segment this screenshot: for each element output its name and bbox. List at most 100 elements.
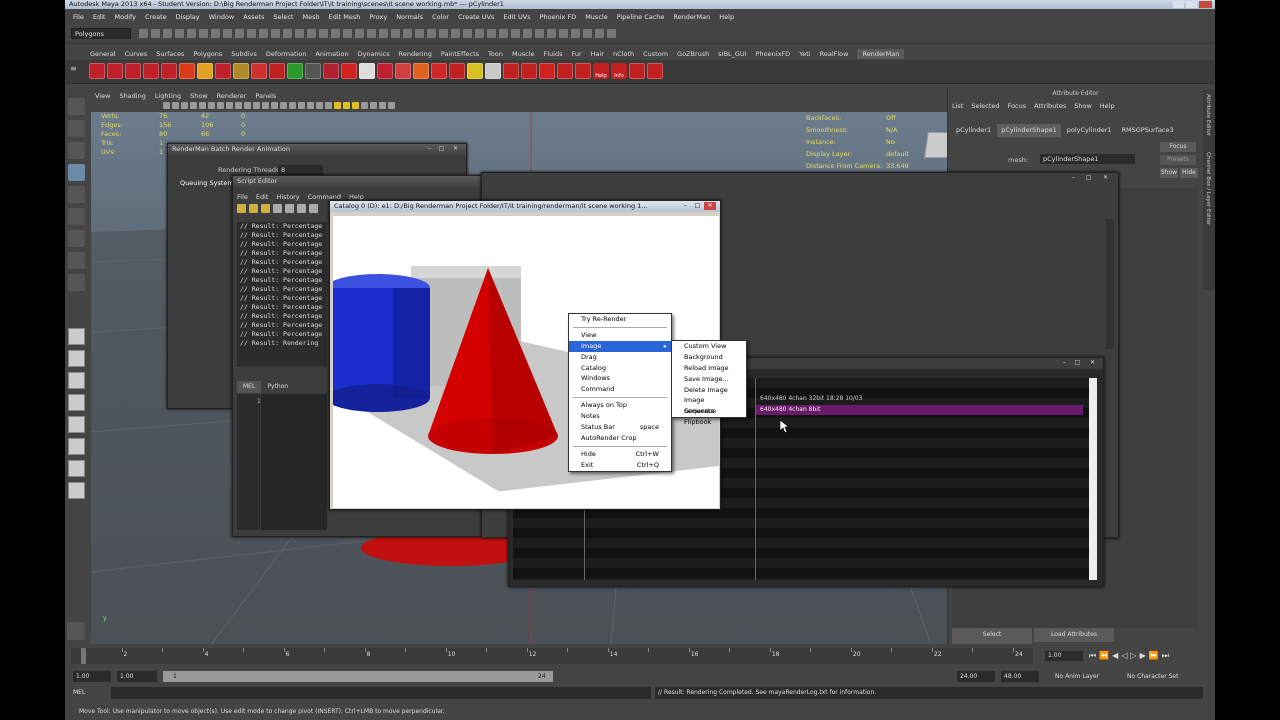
menu-edit[interactable]: Edit	[93, 13, 106, 21]
status-tool-icon[interactable]	[319, 29, 328, 38]
anim-layer-menu[interactable]: No Anim Layer	[1055, 672, 1099, 682]
status-tool-icon[interactable]	[511, 29, 520, 38]
renderman-shelf-icon[interactable]	[521, 63, 537, 79]
status-tool-icon[interactable]	[139, 29, 148, 38]
presets-button[interactable]: Presets	[1160, 155, 1196, 165]
status-tool-icon[interactable]	[439, 29, 448, 38]
menu-file[interactable]: File	[73, 13, 84, 21]
viewport-tool-icon[interactable]	[181, 101, 188, 109]
shelf-tab-realflow[interactable]: RealFlow	[820, 50, 849, 58]
context-menu-item-hide[interactable]: Hide Ctrl+W	[569, 449, 671, 460]
render-threads-field[interactable]: 8	[278, 165, 323, 175]
shelf-tab-ncloth[interactable]: nCloth	[613, 50, 634, 58]
layout-preset-icon[interactable]	[68, 372, 85, 389]
ae-menu-help[interactable]: Help	[1100, 102, 1115, 110]
viewport-tool-icon[interactable]	[208, 101, 215, 109]
select-button[interactable]: Select	[952, 628, 1032, 642]
script-tab-mel[interactable]: MEL	[237, 381, 262, 393]
menu-help[interactable]: Help	[719, 13, 734, 21]
menu-create-uvs[interactable]: Create UVs	[458, 13, 494, 21]
script-tool-icon[interactable]	[309, 204, 318, 213]
mesh-name-field[interactable]: pCylinderShape1	[1040, 154, 1135, 164]
script-tool-icon[interactable]	[273, 204, 282, 213]
status-tool-icon[interactable]	[175, 29, 184, 38]
close-icon[interactable]: ✕	[704, 202, 716, 210]
script-tool-icon[interactable]	[261, 204, 270, 213]
shelf-tab-renderman[interactable]: RenderMan	[857, 49, 905, 59]
paint-select-icon[interactable]	[68, 142, 85, 159]
script-menu-history[interactable]: History	[276, 193, 299, 201]
shelf-tab-muscle[interactable]: Muscle	[512, 50, 535, 58]
command-input[interactable]	[111, 687, 651, 699]
shelf-tab-custom[interactable]: Custom	[643, 50, 668, 58]
renderman-shelf-icon[interactable]	[323, 63, 339, 79]
playback-controls[interactable]: ⏮⏪◀◁▷▶⏩⏭	[1089, 650, 1213, 662]
submenu-item-image-sequence[interactable]: Image Sequence	[672, 395, 746, 415]
viewport-tool-icon[interactable]	[253, 101, 260, 109]
layout-preset-icon[interactable]	[68, 350, 85, 367]
renderman-shelf-icon[interactable]	[395, 63, 411, 79]
hide-button[interactable]: Hide	[1180, 168, 1198, 178]
character-set-menu[interactable]: No Character Set	[1127, 672, 1178, 682]
renderman-shelf-icon[interactable]	[359, 63, 375, 79]
lasso-tool-icon[interactable]	[68, 120, 85, 137]
submenu-item-delete-image[interactable]: Delete Image	[672, 385, 746, 396]
renderman-shelf-icon[interactable]	[287, 63, 303, 79]
menu-create[interactable]: Create	[145, 13, 167, 21]
renderman-shelf-icon[interactable]	[503, 63, 519, 79]
status-tool-icon[interactable]	[535, 29, 544, 38]
maximize-icon[interactable]: □	[1084, 174, 1093, 182]
renderman-shelf-icon[interactable]	[485, 63, 501, 79]
renderman-shelf-icon[interactable]	[449, 63, 465, 79]
shelf-tab-toon[interactable]: Toon	[488, 50, 503, 58]
status-tool-icon[interactable]	[523, 29, 532, 38]
script-tab-python[interactable]: Python	[261, 381, 295, 393]
image-list-row-selected[interactable]: 640x480 4chan 8bit	[756, 405, 1083, 415]
show-button[interactable]: Show	[1160, 168, 1178, 178]
maximize-icon[interactable]: □	[437, 145, 446, 153]
shelf-tab-phoenixfd[interactable]: PhoenixFD	[756, 50, 791, 58]
status-tool-icon[interactable]	[547, 29, 556, 38]
renderman-shelf-icon[interactable]	[89, 63, 105, 79]
renderman-shelf-icon[interactable]	[179, 63, 195, 79]
renderman-shelf-icon[interactable]	[305, 63, 321, 79]
shelf-menu-icon[interactable]: ≡	[70, 64, 80, 80]
status-tool-icon[interactable]	[223, 29, 232, 38]
move-tool-icon[interactable]	[68, 164, 85, 181]
submenu-item-generate-flipbook[interactable]: Generate Flipbook	[672, 406, 746, 426]
viewport-menu-show[interactable]: Show	[190, 92, 208, 100]
minimize-icon[interactable]: –	[1060, 359, 1069, 367]
ae-tab-pcylinder1[interactable]: pCylinder1	[952, 124, 996, 137]
side-tab-attribute-editor[interactable]: Attribute Editor	[1205, 94, 1211, 136]
renderman-shelf-icon[interactable]	[341, 63, 357, 79]
time-ruler[interactable]: 124681012141618202224	[71, 648, 1033, 664]
layout-preset-icon[interactable]	[68, 394, 85, 411]
context-menu-item-windows[interactable]: Windows	[569, 373, 671, 384]
menu-proxy[interactable]: Proxy	[369, 13, 387, 21]
close-icon[interactable]: ✕	[451, 145, 460, 153]
layout-preset-icon[interactable]	[68, 438, 85, 455]
viewport-menu-renderer[interactable]: Renderer	[217, 92, 247, 100]
context-menu-item-image[interactable]: Image ▸	[569, 340, 671, 352]
ae-menu-selected[interactable]: Selected	[971, 102, 999, 110]
viewport-tool-icon[interactable]	[352, 101, 359, 109]
viewport-menu-lighting[interactable]: Lighting	[155, 92, 181, 100]
script-tool-icon[interactable]	[237, 204, 246, 213]
rotate-tool-icon[interactable]	[68, 186, 85, 203]
status-tool-icon[interactable]	[283, 29, 292, 38]
status-tool-icon[interactable]	[199, 29, 208, 38]
maximize-icon[interactable]: □	[1073, 359, 1082, 367]
layout-preset-icon[interactable]	[68, 416, 85, 433]
renderman-shelf-icon[interactable]	[251, 63, 267, 79]
minimize-icon[interactable]: –	[681, 202, 690, 210]
viewport-menu-view[interactable]: View	[95, 92, 110, 100]
shelf-tab-fluids[interactable]: Fluids	[543, 50, 562, 58]
shelf-tab-dynamics[interactable]: Dynamics	[358, 50, 390, 58]
menu-select[interactable]: Select	[273, 13, 293, 21]
submenu-item-background[interactable]: Background	[672, 352, 746, 363]
renderman-shelf-icon[interactable]	[233, 63, 249, 79]
status-tool-icon[interactable]	[151, 29, 160, 38]
shelf-tab-yeti[interactable]: Yeti	[799, 50, 810, 58]
renderman-shelf-icon[interactable]	[377, 63, 393, 79]
shelf-tab-curves[interactable]: Curves	[125, 50, 148, 58]
